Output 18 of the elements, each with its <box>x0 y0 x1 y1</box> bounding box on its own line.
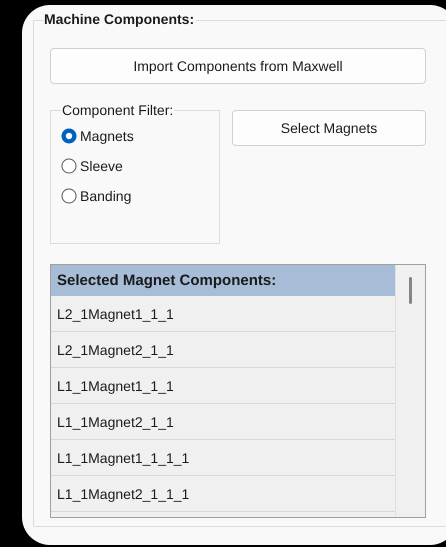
table-cell[interactable]: L2_1Magnet1_1_1 <box>51 296 395 332</box>
table-cell[interactable]: L1_1Magnet1_1_1 <box>51 368 395 404</box>
radio-label[interactable]: Magnets <box>80 128 134 144</box>
table-cell[interactable]: L1_1Magnet2_1_1 <box>51 404 395 440</box>
radio-label[interactable]: Sleeve <box>80 158 123 174</box>
radio-button[interactable] <box>61 128 77 144</box>
column-header: Selected Magnet Components: <box>51 265 395 296</box>
table-cell[interactable]: L2_1Magnet2_1_1 <box>51 332 395 368</box>
group-title: Machine Components: <box>44 11 196 27</box>
select-magnets-button[interactable]: Select Magnets <box>232 110 426 146</box>
radio-button[interactable] <box>61 188 77 204</box>
radio-button[interactable] <box>61 158 77 174</box>
table-cell[interactable]: L1_1Magnet2_1_1_1 <box>51 476 395 512</box>
filter-title: Component Filter: <box>61 102 174 118</box>
table-cell[interactable]: L1_1Magnet1_1_1_1 <box>51 440 395 476</box>
import-button[interactable]: Import Components from Maxwell <box>50 48 426 84</box>
scrollbar-thumb[interactable] <box>409 277 412 304</box>
radio-label[interactable]: Banding <box>80 188 132 204</box>
